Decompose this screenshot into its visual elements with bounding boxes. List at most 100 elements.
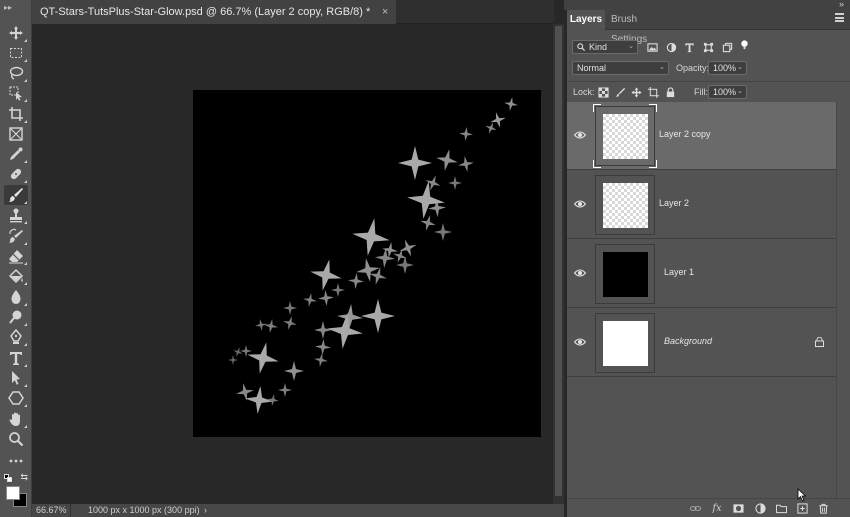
history-brush-tool-icon[interactable] — [4, 226, 28, 246]
star-shape — [485, 122, 497, 134]
hand-tool-icon[interactable] — [4, 409, 28, 429]
brush-tool-icon[interactable] — [4, 185, 28, 205]
link-layers-icon[interactable] — [688, 502, 702, 514]
filter-smart-object-icon[interactable] — [721, 41, 733, 53]
collapse-panels-icon[interactable]: » — [839, 0, 844, 9]
eraser-tool-icon[interactable] — [4, 246, 28, 266]
star-shape — [264, 319, 278, 333]
layer-thumbnail[interactable] — [595, 175, 655, 235]
visibility-eye-icon[interactable] — [574, 268, 586, 278]
blend-mode-value: Normal — [577, 63, 607, 73]
chevron-down-icon: ⌄ — [737, 64, 743, 71]
star-shape — [348, 273, 364, 289]
swap-colors-icon[interactable]: ⇆ — [20, 472, 28, 483]
layers-scrollbar[interactable] — [836, 102, 850, 498]
mouse-cursor-icon — [797, 488, 807, 502]
canvas-area[interactable] — [32, 24, 552, 504]
blend-mode-select[interactable]: Normal ⌄ — [572, 61, 669, 75]
delete-layer-icon[interactable] — [816, 502, 830, 514]
layer-name[interactable]: Background — [664, 336, 712, 346]
opacity-input[interactable]: 100% ⌄ — [708, 61, 747, 75]
lock-all-icon[interactable] — [664, 86, 676, 98]
filter-kind-label: Kind — [589, 42, 608, 52]
document-tab[interactable]: QT-Stars-TutsPlus-Star-Glow.psd @ 66.7% … — [32, 0, 397, 24]
path-selection-tool-icon[interactable] — [4, 368, 28, 388]
new-adjustment-layer-icon[interactable] — [753, 502, 767, 514]
crop-tool-icon[interactable] — [4, 104, 28, 124]
layer-name[interactable]: Layer 2 — [659, 198, 689, 208]
star-shape — [436, 149, 458, 171]
stars-artwork — [228, 97, 518, 414]
fill-input[interactable]: 100% ⌄ — [708, 85, 747, 99]
panel-menu-icon[interactable] — [835, 13, 844, 22]
object-selection-tool-icon[interactable] — [4, 83, 28, 103]
type-tool-icon[interactable] — [4, 348, 28, 368]
layers-panel-footer: fx — [567, 498, 850, 517]
blur-tool-icon[interactable] — [4, 287, 28, 307]
close-icon[interactable]: × — [382, 0, 388, 24]
eyedropper-tool-icon[interactable] — [4, 144, 28, 164]
layer-name[interactable]: Layer 1 — [664, 267, 694, 277]
layer-filter-row: Kind ⌄ — [567, 38, 850, 58]
visibility-eye-icon[interactable] — [574, 199, 586, 209]
foreground-color-swatch[interactable] — [6, 486, 20, 500]
canvas-vertical-scrollbar[interactable] — [552, 24, 564, 504]
tab-layers[interactable]: Layers — [567, 10, 605, 30]
filter-type-icon[interactable] — [683, 41, 695, 53]
new-layer-icon[interactable] — [795, 502, 809, 514]
dodge-tool-icon[interactable] — [4, 307, 28, 327]
default-colors-icon[interactable] — [4, 474, 12, 482]
layer-name[interactable]: Layer 2 copy — [659, 129, 711, 139]
lock-image-pixels-icon[interactable] — [614, 86, 626, 98]
frame-tool-icon[interactable] — [4, 124, 28, 144]
pen-tool-icon[interactable] — [4, 327, 28, 347]
document-canvas[interactable] — [193, 90, 541, 437]
layer-thumbnail[interactable] — [595, 244, 655, 304]
star-shape — [504, 97, 518, 111]
marquee-tool-icon[interactable] — [4, 43, 28, 63]
star-shape — [420, 215, 436, 231]
lock-position-icon[interactable] — [630, 86, 642, 98]
layer-thumbnail[interactable] — [595, 313, 655, 373]
add-mask-icon[interactable] — [731, 502, 745, 514]
zoom-level[interactable]: 66.67% — [36, 504, 67, 517]
layer-row-layer-2[interactable]: Layer 2 — [567, 171, 836, 239]
lock-icon[interactable] — [815, 337, 824, 347]
black-thumbnail — [603, 252, 648, 297]
shape-tool-icon[interactable] — [4, 388, 28, 408]
healing-brush-tool-icon[interactable] — [4, 164, 28, 184]
filter-shape-icon[interactable] — [702, 41, 714, 53]
scrollbar-thumb[interactable] — [555, 26, 562, 496]
clone-stamp-tool-icon[interactable] — [4, 205, 28, 225]
more-tools-icon[interactable] — [4, 451, 28, 471]
layers-list-empty-area[interactable] — [567, 379, 836, 498]
star-shape — [458, 156, 474, 172]
star-shape — [314, 321, 332, 339]
new-group-icon[interactable] — [774, 502, 788, 514]
status-divider — [70, 504, 71, 517]
filter-adjustment-icon[interactable] — [665, 41, 677, 53]
layer-row-layer-1[interactable]: Layer 1 — [567, 240, 836, 308]
visibility-eye-icon[interactable] — [574, 130, 586, 140]
lock-label: Lock: — [573, 87, 595, 97]
star-shape — [448, 176, 462, 190]
move-tool-icon[interactable] — [4, 23, 28, 43]
status-menu-arrow-icon[interactable]: › — [204, 504, 207, 517]
star-shape — [303, 293, 317, 307]
filter-toggle-icon[interactable] — [738, 38, 750, 50]
visibility-eye-icon[interactable] — [574, 337, 586, 347]
tab-brush-settings[interactable]: Brush Settings — [611, 10, 671, 45]
lock-artboard-icon[interactable] — [647, 86, 659, 98]
document-tab-title: QT-Stars-TutsPlus-Star-Glow.psd @ 66.7% … — [40, 6, 371, 18]
filter-pixel-icon[interactable] — [646, 41, 658, 53]
filter-kind-select[interactable]: Kind ⌄ — [572, 40, 638, 54]
zoom-tool-icon[interactable] — [4, 429, 28, 449]
panel-grip-icon[interactable]: ▸▸ — [4, 4, 26, 12]
lock-transparent-pixels-icon[interactable] — [597, 86, 609, 98]
document-tab-bar: QT-Stars-TutsPlus-Star-Glow.psd @ 66.7% … — [32, 0, 554, 24]
layer-row-background[interactable]: Background — [567, 309, 836, 377]
lasso-tool-icon[interactable] — [4, 63, 28, 83]
layer-row-layer-2-copy[interactable]: Layer 2 copy — [567, 102, 836, 170]
layer-effects-icon[interactable]: fx — [710, 502, 724, 514]
paint-bucket-tool-icon[interactable] — [4, 266, 28, 286]
